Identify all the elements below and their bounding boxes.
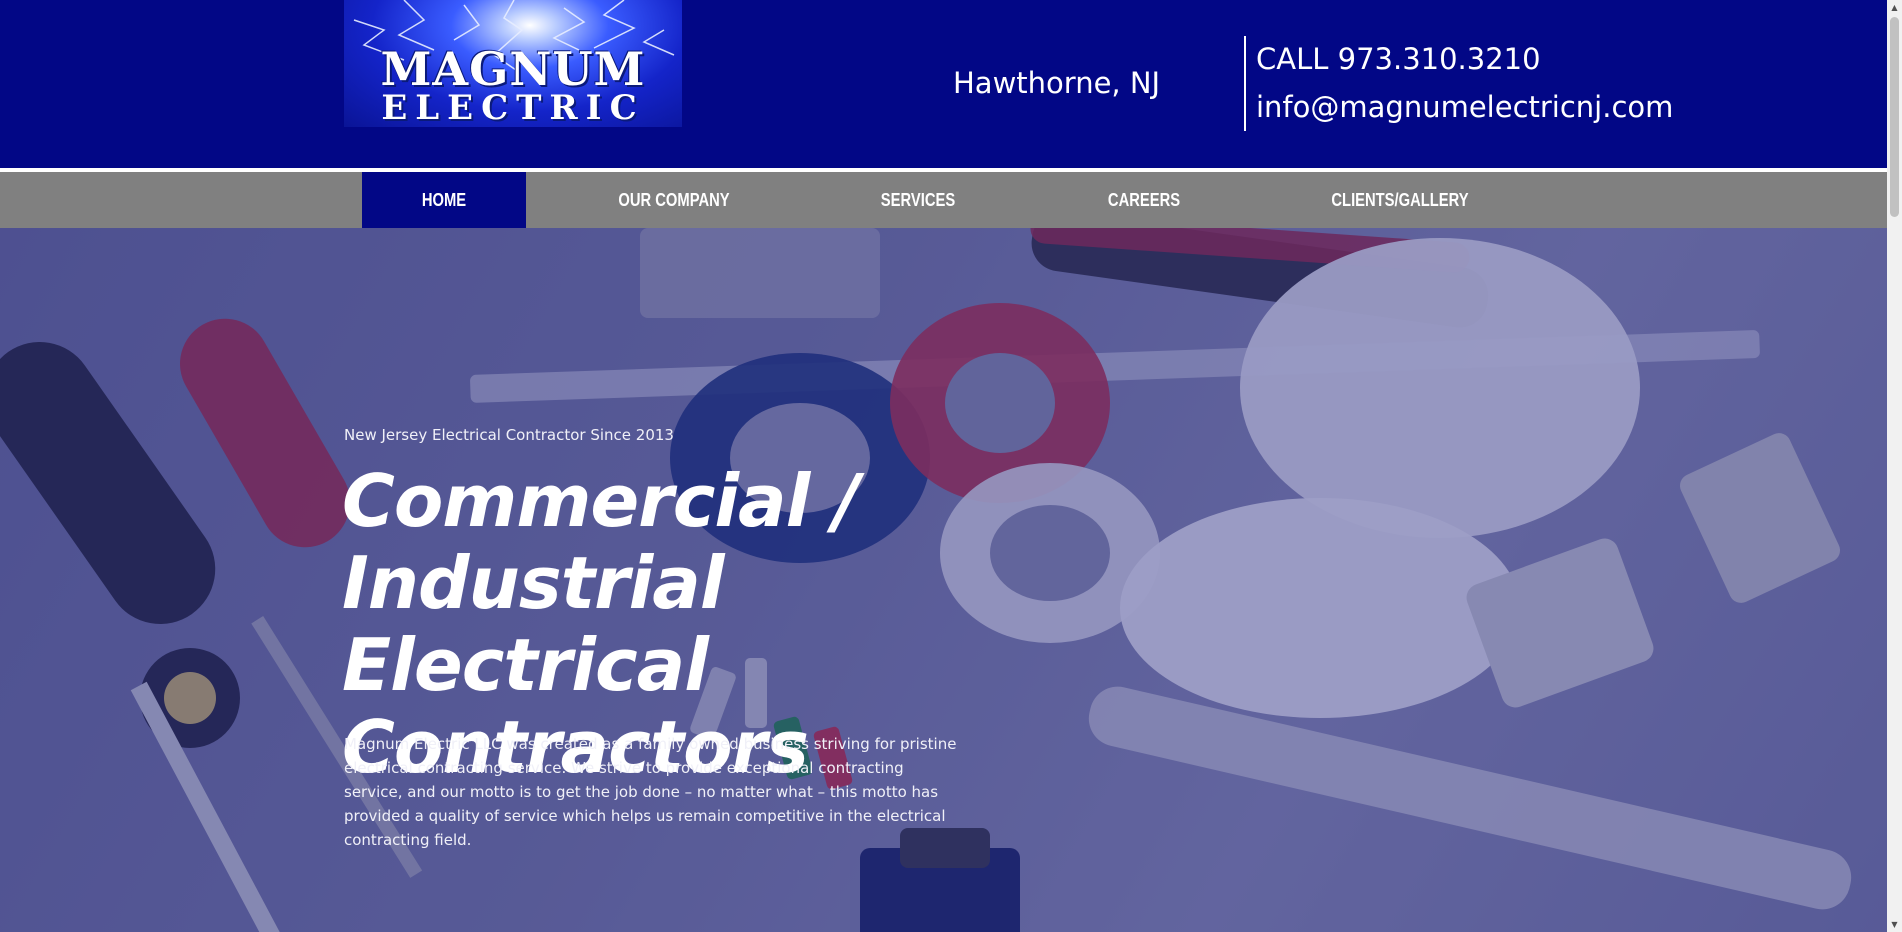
nav-item-our-company[interactable]: OUR COMPANY: [600, 172, 748, 228]
email-link[interactable]: info@magnumelectricnj.com: [1256, 90, 1673, 124]
hero-eyebrow: New Jersey Electrical Contractor Since 2…: [344, 426, 674, 444]
nav-item-services[interactable]: SERVICES: [852, 172, 983, 228]
contact-divider: [1244, 36, 1246, 131]
site-header: MAGNUM ELECTRIC Hawthorne, NJ CALL 973.3…: [0, 0, 1887, 168]
location-text: Hawthorne, NJ: [953, 66, 1161, 100]
nav-item-clients-gallery[interactable]: CLIENTS/GALLERY: [1310, 172, 1490, 228]
logo-text-electric: ELECTRIC: [381, 88, 645, 127]
page-scrollbar[interactable]: ▲ ▼: [1887, 0, 1902, 932]
nav-item-careers[interactable]: CAREERS: [1078, 172, 1209, 228]
scroll-up-arrow-icon[interactable]: ▲: [1887, 0, 1902, 15]
hero-section: New Jersey Electrical Contractor Since 2…: [0, 228, 1887, 932]
hero-intro-paragraph: Magnum Electric LLC was created as a fam…: [344, 735, 957, 849]
scroll-thumb[interactable]: [1890, 17, 1899, 217]
company-logo[interactable]: MAGNUM ELECTRIC: [344, 0, 682, 127]
phone-link[interactable]: CALL 973.310.3210: [1256, 42, 1541, 76]
scroll-down-arrow-icon[interactable]: ▼: [1887, 917, 1902, 932]
main-nav: HOME OUR COMPANY SERVICES CAREERS CLIENT…: [0, 172, 1887, 228]
nav-item-home[interactable]: HOME: [362, 172, 526, 228]
